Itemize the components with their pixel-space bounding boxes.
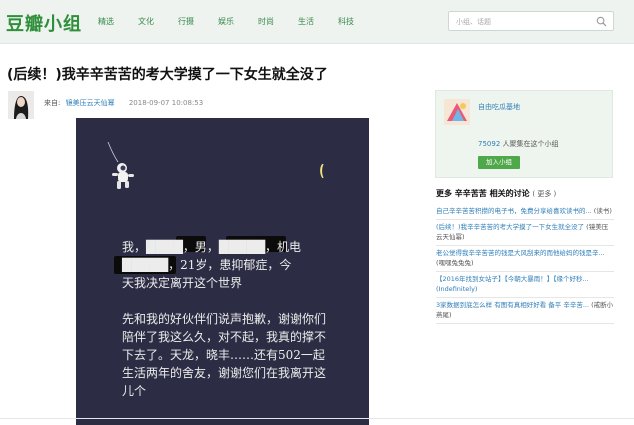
related-link[interactable]: (后续！)我辛辛苦苦的考大学摸了一下女生就全没了 (436, 223, 584, 231)
image-paragraph-2: 先和我的好伙伴们说声抱歉，谢谢你们陪伴了我这么久，对不起，我真的撑不下去了。天龙… (122, 312, 327, 398)
related-group[interactable]: (读书) (594, 207, 612, 215)
from-label: 来自: (44, 99, 61, 107)
post-meta: 来自: 镜美压云天仙幂 2018-09-07 10:08:53 (44, 98, 203, 108)
member-count-suffix: 人聚集在这个小组 (502, 140, 559, 148)
search-icon[interactable] (596, 16, 607, 27)
related-link[interactable]: 【2016年找到女站子】【今朝大暴雨！】【缘个好秒... (Indefinite… (436, 275, 589, 293)
moon-icon (320, 164, 324, 178)
list-item[interactable]: 3家数据到底怎么样 有图有真相好好看 备平 辛辛苦... (戒断小燕尾) (436, 298, 614, 324)
nav-item-selected[interactable]: 精选 (98, 16, 114, 27)
list-item[interactable]: 老公觉得我辛辛苦苦的钱是大风刮来的而他给妈的钱是辛... (嘿嘿兔兔兔) (436, 246, 614, 272)
list-item[interactable]: (后续！)我辛辛苦苦的考大学摸了一下女生就全没了 (镜美压云天仙幂) (436, 220, 614, 246)
post-image: 我，████，男，█████，机电 █████，21岁，患抑郁症，今 天我决定离… (76, 118, 369, 425)
list-item[interactable]: 自己辛辛苦苦积攒的电子书，免费分享给喜欢读书的... (读书) (436, 204, 614, 220)
image-line-3: 天我决定离开这个世界 (122, 276, 243, 290)
related-link[interactable]: 3家数据到底怎么样 有图有真相好好看 备平 辛辛苦... (436, 301, 589, 309)
top-nav-bar: 豆瓣小组 精选 文化 行摄 娱乐 时尚 生活 科技 小组、话题 (0, 0, 634, 44)
member-count-number: 75092 (478, 140, 501, 148)
related-link[interactable]: 自己辛辛苦苦积攒的电子书，免费分享给喜欢读书的... (436, 207, 592, 215)
image-line-2: █████，21岁，患抑郁症，今 (122, 258, 292, 272)
avatar[interactable] (8, 91, 34, 119)
search-input[interactable]: 小组、话题 (448, 11, 614, 31)
group-thumbnail-icon[interactable] (444, 99, 470, 125)
related-title-text: 更多 辛辛苦苦 相关的讨论 (436, 189, 530, 198)
related-more-link[interactable]: ( 更多 ) (532, 190, 556, 198)
related-link[interactable]: 老公觉得我辛辛苦苦的钱是大风刮来的而他给妈的钱是辛... (436, 249, 605, 257)
search-placeholder: 小组、话题 (456, 18, 491, 26)
author-link[interactable]: 镜美压云天仙幂 (66, 99, 115, 107)
join-group-button[interactable]: 加入小组 (478, 156, 520, 169)
image-text: 我，████，男，█████，机电 █████，21岁，患抑郁症，今 天我决定离… (122, 238, 334, 418)
douban-group-logo[interactable]: 豆瓣小组 (6, 10, 82, 36)
group-member-count: 75092 人聚集在这个小组 (478, 139, 559, 149)
related-group[interactable]: (嘿嘿兔兔兔) (436, 259, 474, 267)
nav-item-fashion[interactable]: 时尚 (258, 16, 274, 27)
related-discussions-title: 更多 辛辛苦苦 相关的讨论 ( 更多 ) (436, 188, 556, 199)
image-line-1: 我，████，男，█████，机电 (122, 240, 302, 254)
nav-item-life[interactable]: 生活 (298, 16, 314, 27)
nav-item-tech[interactable]: 科技 (338, 16, 354, 27)
list-item[interactable]: 【2016年找到女站子】【今朝大暴雨！】【缘个好秒... (Indefinite… (436, 272, 614, 298)
nav-menu: 精选 文化 行摄 娱乐 时尚 生活 科技 (98, 16, 378, 27)
bottom-divider (0, 418, 634, 419)
nav-item-travel-photo[interactable]: 行摄 (178, 16, 194, 27)
nav-item-entertainment[interactable]: 娱乐 (218, 16, 234, 27)
group-name-link[interactable]: 自由吃瓜基地 (478, 102, 520, 112)
page-title: (后续！)我辛辛苦苦的考大学摸了一下女生就全没了 (7, 67, 328, 83)
nav-item-culture[interactable]: 文化 (138, 16, 154, 27)
avatar-portrait-icon (8, 91, 34, 119)
related-list: 自己辛辛苦苦积攒的电子书，免费分享给喜欢读书的... (读书) (后续！)我辛辛… (436, 204, 614, 324)
group-card: 自由吃瓜基地 75092 人聚集在这个小组 加入小组 (435, 90, 613, 178)
astronaut-icon (107, 142, 134, 189)
post-time: 2018-09-07 10:08:53 (128, 99, 204, 107)
